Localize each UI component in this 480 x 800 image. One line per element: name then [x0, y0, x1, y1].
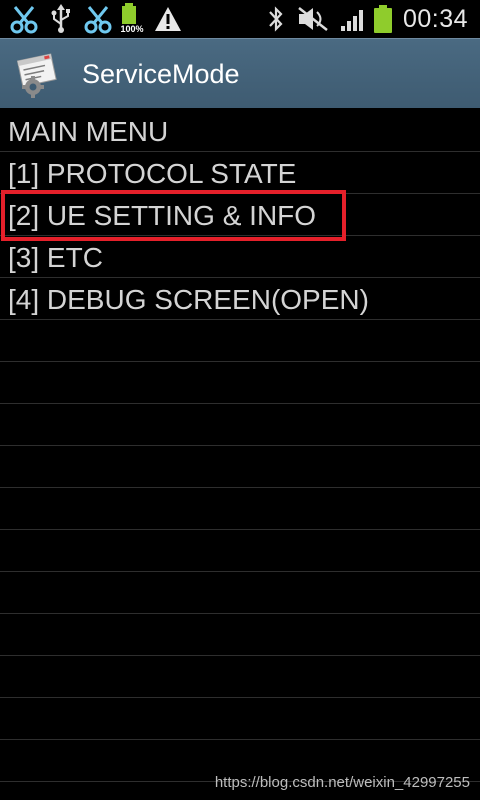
empty-row — [0, 488, 480, 530]
empty-row — [0, 320, 480, 362]
service-mode-icon — [16, 51, 66, 99]
empty-row — [0, 614, 480, 656]
signal-icon — [338, 3, 368, 35]
menu-item-etc[interactable]: [3] ETC — [0, 236, 480, 278]
battery-full-icon: 100% — [118, 3, 146, 35]
empty-row — [0, 572, 480, 614]
warning-icon — [153, 3, 183, 35]
empty-row — [0, 362, 480, 404]
empty-row — [0, 404, 480, 446]
page-title: ServiceMode — [82, 59, 240, 89]
clock: 00:34 — [402, 5, 468, 33]
battery-icon — [372, 3, 394, 35]
watermark: https://blog.csdn.net/weixin_42997255 — [214, 774, 470, 791]
mute-icon — [296, 3, 330, 35]
menu-list: MAIN MENU [1] PROTOCOL STATE [2] UE SETT… — [0, 110, 480, 800]
battery-percent: 100% — [120, 24, 144, 34]
empty-row — [0, 446, 480, 488]
title-bar: ServiceMode — [0, 38, 480, 108]
empty-row — [0, 656, 480, 698]
bluetooth-icon — [264, 3, 288, 35]
menu-item-protocol-state[interactable]: [1] PROTOCOL STATE — [0, 152, 480, 194]
menu-header: MAIN MENU — [0, 110, 480, 152]
scissors-icon — [8, 3, 40, 35]
scissors-icon — [82, 3, 114, 35]
usb-icon — [48, 3, 74, 35]
menu-item-ue-setting-info[interactable]: [2] UE SETTING & INFO — [0, 194, 480, 236]
empty-row — [0, 530, 480, 572]
empty-row — [0, 698, 480, 740]
menu-item-debug-screen[interactable]: [4] DEBUG SCREEN(OPEN) — [0, 278, 480, 320]
status-bar: 100% 00:34 — [0, 0, 480, 38]
